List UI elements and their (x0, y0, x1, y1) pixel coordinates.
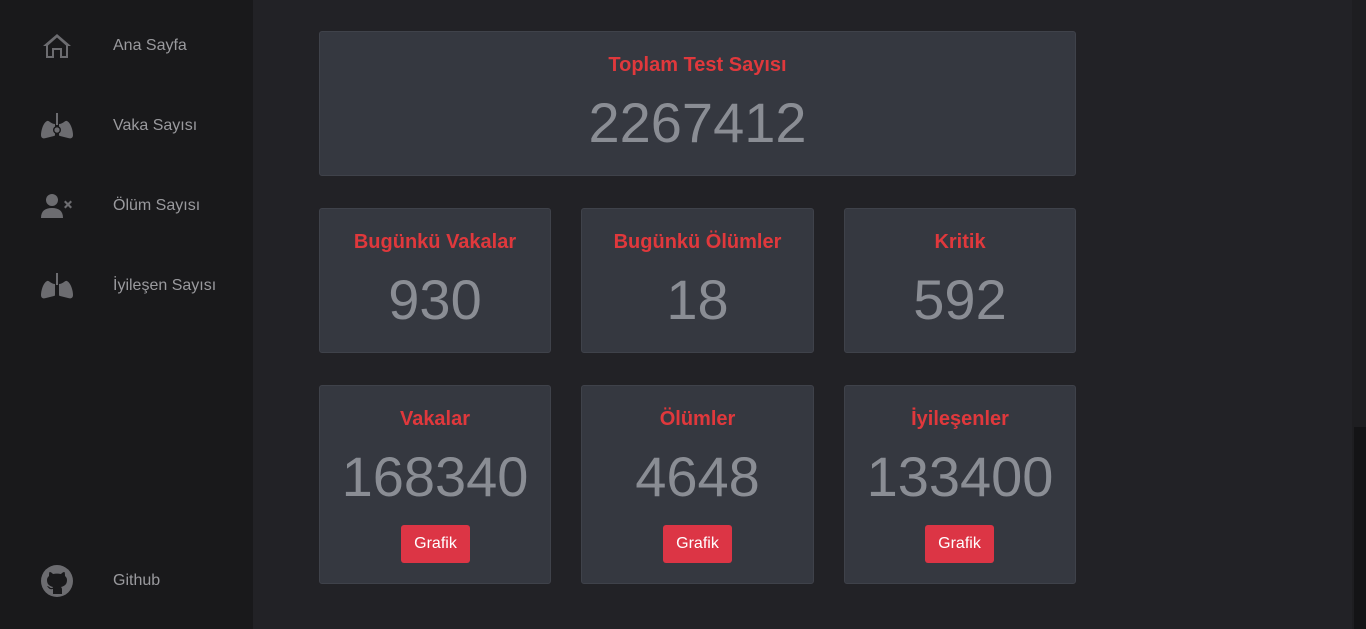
card-value: 168340 (341, 445, 529, 508)
today-cases-card: Bugünkü Vakalar 930 (319, 208, 551, 353)
cases-card: Vakalar 168340 Grafik (319, 385, 551, 584)
sidebar-item-home[interactable]: Ana Sayfa (0, 16, 253, 76)
sidebar-item-label: İyileşen Sayısı (113, 277, 217, 294)
card-title: İyileşenler (911, 408, 1009, 430)
dashboard-main: Toplam Test Sayısı 2267412 Bugünkü Vakal… (253, 0, 1351, 629)
card-value: 2267412 (588, 91, 807, 154)
card-title: Vakalar (399, 408, 471, 430)
deaths-card: Ölümler 4648 Grafik (581, 385, 814, 584)
sidebar-item-cases[interactable]: Vaka Sayısı (0, 96, 253, 156)
lungs-virus-icon (40, 109, 74, 143)
card-value: 18 (666, 268, 729, 331)
sidebar-item-label: Github (113, 572, 161, 589)
sidebar: Ana Sayfa Vaka Sayısı Ölüm Sayısı İyileş… (0, 0, 253, 629)
sidebar-item-label: Ölüm Sayısı (113, 197, 201, 214)
recovered-chart-button[interactable]: Grafik (925, 525, 994, 563)
recovered-card: İyileşenler 133400 Grafik (844, 385, 1076, 584)
sidebar-item-recovered[interactable]: İyileşen Sayısı (0, 256, 253, 316)
card-value: 930 (388, 268, 482, 331)
card-title: Ölümler (659, 408, 736, 430)
card-title: Kritik (934, 231, 986, 253)
home-icon (40, 29, 74, 63)
total-tests-card: Toplam Test Sayısı 2267412 (319, 31, 1076, 176)
github-icon (40, 564, 74, 598)
user-times-icon (40, 189, 74, 223)
today-deaths-card: Bugünkü Ölümler 18 (581, 208, 814, 353)
card-title: Toplam Test Sayısı (608, 54, 787, 76)
cases-chart-button[interactable]: Grafik (401, 525, 470, 563)
lungs-icon (40, 269, 74, 303)
sidebar-item-label: Ana Sayfa (113, 37, 187, 54)
sidebar-item-github[interactable]: Github (0, 551, 253, 611)
card-value: 133400 (866, 445, 1054, 508)
sidebar-item-label: Vaka Sayısı (113, 117, 198, 134)
scrollbar-thumb[interactable] (1354, 427, 1366, 629)
card-title: Bugünkü Ölümler (613, 231, 782, 253)
sidebar-item-deaths[interactable]: Ölüm Sayısı (0, 176, 253, 236)
critical-card: Kritik 592 (844, 208, 1076, 353)
card-value: 4648 (635, 445, 760, 508)
card-title: Bugünkü Vakalar (353, 231, 517, 253)
card-value: 592 (913, 268, 1007, 331)
deaths-chart-button[interactable]: Grafik (663, 525, 732, 563)
